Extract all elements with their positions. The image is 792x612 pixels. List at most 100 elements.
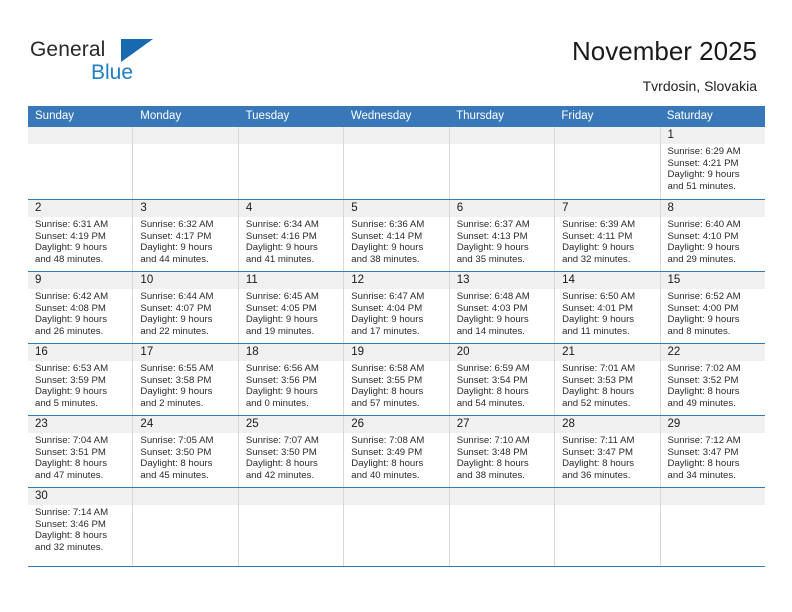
sunrise-time: Sunrise: 6:40 AM (667, 219, 741, 230)
calendar-day-cell[interactable]: 14 Sunrise: 6:50 AM Sunset: 4:01 PM Dayligh… (554, 272, 660, 343)
calendar-day-cell[interactable]: 6 Sunrise: 6:37 AM Sunset: 4:13 PM Daylight… (448, 200, 555, 271)
day-details: Sunrise: 6:34 AM Sunset: 4:16 PM Daylight:… (239, 217, 343, 265)
day-details: Sunrise: 7:02 AM Sunset: 3:52 PM Daylight:… (661, 361, 765, 409)
daylight-duration-line1: Daylight: 9 hours (245, 314, 318, 326)
day-details: Sunrise: 6:59 AM Sunset: 3:54 PM Daylight:… (450, 361, 554, 409)
sunset-time: Sunset: 3:47 PM (562, 446, 634, 458)
daylight-duration-line2: and 51 minutes. (667, 180, 736, 192)
calendar-day-cell[interactable]: 8 Sunrise: 6:40 AM Sunset: 4:10 PM Daylight… (659, 200, 765, 271)
daylight-duration-line2: and 41 minutes. (245, 253, 315, 265)
calendar-page: General Blue November 2025 Tvrdosin, Slo… (0, 0, 792, 612)
general-blue-logo[interactable]: General Blue (30, 38, 210, 90)
calendar-day-cell[interactable]: 3 Sunrise: 6:32 AM Sunset: 4:17 PM Daylight… (132, 200, 238, 271)
calendar-day-cell[interactable]: 4 Sunrise: 6:34 AM Sunset: 4:16 PM Daylight… (237, 200, 344, 271)
sunrise-time: Sunrise: 7:10 AM (456, 435, 530, 446)
calendar-day-cell[interactable]: 24 Sunrise: 7:05 AM Sunset: 3:50 PM Dayligh… (132, 416, 238, 487)
calendar-day-cell[interactable]: 23 Sunrise: 7:04 AM Sunset: 3:51 PM Dayligh… (28, 416, 133, 487)
sunrise-time: Sunrise: 6:59 AM (456, 363, 530, 374)
calendar-day-cell[interactable]: 11 Sunrise: 6:45 AM Sunset: 4:05 PM Dayligh… (237, 272, 344, 343)
sunset-time: Sunset: 4:19 PM (35, 230, 106, 242)
sunset-time: Sunset: 3:51 PM (35, 446, 106, 458)
calendar-day-cell[interactable]: 28 Sunrise: 7:11 AM Sunset: 3:47 PM Dayligh… (554, 416, 660, 487)
sunset-time: Sunset: 3:46 PM (35, 518, 106, 530)
daylight-duration-line2: and 38 minutes. (351, 253, 420, 265)
daylight-duration-line2: and 32 minutes. (562, 253, 631, 265)
calendar-day-cell[interactable]: 21 Sunrise: 7:01 AM Sunset: 3:53 PM Dayligh… (554, 344, 660, 415)
calendar-day-cell[interactable]: 29 Sunrise: 7:12 AM Sunset: 3:47 PM Dayligh… (659, 416, 765, 487)
daylight-duration-line1: Daylight: 8 hours (245, 458, 318, 470)
calendar-day-cell[interactable]: 13 Sunrise: 6:48 AM Sunset: 4:03 PM Dayligh… (448, 272, 555, 343)
daylight-duration-line2: and 42 minutes. (245, 469, 315, 481)
page-header: General Blue November 2025 Tvrdosin, Slo… (0, 0, 792, 106)
day-details: Sunrise: 6:53 AM Sunset: 3:59 PM Daylight:… (28, 361, 132, 409)
day-details: Sunrise: 6:40 AM Sunset: 4:10 PM Daylight:… (661, 217, 765, 265)
sunset-time: Sunset: 4:16 PM (245, 230, 317, 242)
day-number: 3 (133, 200, 238, 217)
sunrise-time: Sunrise: 7:05 AM (140, 435, 214, 446)
calendar-day-cell[interactable]: 15 Sunrise: 6:52 AM Sunset: 4:00 PM Dayligh… (659, 272, 765, 343)
calendar-day-cell[interactable]: 19 Sunrise: 6:58 AM Sunset: 3:55 PM Dayligh… (343, 344, 449, 415)
calendar-week-row: 2 Sunrise: 6:31 AM Sunset: 4:19 PM Daylight… (28, 199, 765, 271)
calendar-day-cell[interactable]: 12 Sunrise: 6:47 AM Sunset: 4:04 PM Dayligh… (343, 272, 449, 343)
day-details: Sunrise: 6:44 AM Sunset: 4:07 PM Daylight:… (133, 289, 237, 337)
sunrise-time: Sunrise: 6:34 AM (245, 219, 319, 230)
calendar-day-cell[interactable]: 17 Sunrise: 6:55 AM Sunset: 3:58 PM Dayligh… (132, 344, 238, 415)
day-details: Sunrise: 6:50 AM Sunset: 4:01 PM Daylight:… (555, 289, 659, 337)
calendar-day-cell[interactable]: 26 Sunrise: 7:08 AM Sunset: 3:49 PM Dayligh… (343, 416, 449, 487)
daylight-duration-line2: and 17 minutes. (351, 325, 420, 337)
calendar-day-cell[interactable]: 18 Sunrise: 6:56 AM Sunset: 3:56 PM Dayligh… (237, 344, 344, 415)
calendar-day-cell[interactable]: 22 Sunrise: 7:02 AM Sunset: 3:52 PM Dayligh… (659, 344, 765, 415)
calendar-day-cell[interactable]: 30 Sunrise: 7:14 AM Sunset: 3:46 PM Dayligh… (28, 488, 133, 566)
sunrise-time: Sunrise: 6:50 AM (562, 291, 636, 302)
day-details: Sunrise: 7:04 AM Sunset: 3:51 PM Daylight:… (28, 433, 132, 481)
calendar-day-cell-empty (448, 127, 555, 199)
day-number (449, 488, 555, 505)
day-number: 25 (238, 416, 344, 433)
calendar-day-cell[interactable]: 10 Sunrise: 6:44 AM Sunset: 4:07 PM Dayligh… (132, 272, 238, 343)
day-number: 10 (133, 272, 238, 289)
sunset-time: Sunset: 4:03 PM (456, 302, 528, 314)
calendar-day-cell-empty (554, 488, 660, 566)
day-details: Sunrise: 7:10 AM Sunset: 3:48 PM Daylight:… (450, 433, 554, 481)
sunset-time: Sunset: 3:48 PM (456, 446, 528, 458)
calendar-day-cell[interactable]: 25 Sunrise: 7:07 AM Sunset: 3:50 PM Dayligh… (237, 416, 344, 487)
sunset-time: Sunset: 3:59 PM (35, 374, 106, 386)
calendar-day-cell[interactable]: 1 Sunrise: 6:29 AM Sunset: 4:21 PM Daylight… (659, 127, 765, 199)
calendar-day-cell[interactable]: 7 Sunrise: 6:39 AM Sunset: 4:11 PM Daylight… (554, 200, 660, 271)
day-number: 8 (660, 200, 765, 217)
page-title: November 2025 (572, 36, 757, 66)
calendar-week-row: 9 Sunrise: 6:42 AM Sunset: 4:08 PM Daylight… (28, 271, 765, 343)
calendar-day-cell[interactable]: 20 Sunrise: 6:59 AM Sunset: 3:54 PM Dayligh… (448, 344, 555, 415)
daylight-duration-line2: and 57 minutes. (351, 397, 420, 409)
calendar-day-cell[interactable]: 16 Sunrise: 6:53 AM Sunset: 3:59 PM Dayligh… (28, 344, 133, 415)
sunrise-time: Sunrise: 6:42 AM (35, 291, 109, 302)
calendar-day-cell[interactable]: 27 Sunrise: 7:10 AM Sunset: 3:48 PM Dayligh… (448, 416, 555, 487)
day-details: Sunrise: 7:07 AM Sunset: 3:50 PM Daylight:… (239, 433, 343, 481)
calendar-day-cell[interactable]: 9 Sunrise: 6:42 AM Sunset: 4:08 PM Daylight… (28, 272, 133, 343)
daylight-duration-line2: and 0 minutes. (245, 397, 309, 409)
day-details: Sunrise: 7:05 AM Sunset: 3:50 PM Daylight:… (133, 433, 237, 481)
day-number: 16 (28, 344, 133, 361)
daylight-duration-line1: Daylight: 9 hours (245, 386, 318, 398)
sunset-time: Sunset: 4:00 PM (667, 302, 739, 314)
calendar-day-cell-empty (448, 488, 555, 566)
day-number: 22 (660, 344, 765, 361)
day-number (555, 127, 660, 144)
daylight-duration-line1: Daylight: 8 hours (140, 458, 213, 470)
calendar-day-cell[interactable]: 5 Sunrise: 6:36 AM Sunset: 4:14 PM Daylight… (343, 200, 449, 271)
day-number: 30 (28, 488, 133, 505)
calendar-day-cell[interactable]: 2 Sunrise: 6:31 AM Sunset: 4:19 PM Daylight… (28, 200, 133, 271)
weekday-header-sunday: Sunday (35, 110, 75, 122)
sunrise-time: Sunrise: 6:48 AM (456, 291, 530, 302)
calendar-day-cell-empty (237, 488, 344, 566)
sunrise-time: Sunrise: 7:01 AM (562, 363, 636, 374)
weekday-header-monday: Monday (140, 110, 182, 122)
daylight-duration-line1: Daylight: 9 hours (35, 242, 107, 254)
daylight-duration-line2: and 19 minutes. (245, 325, 315, 337)
sunrise-time: Sunrise: 7:07 AM (245, 435, 319, 446)
day-number: 20 (449, 344, 555, 361)
sunrise-time: Sunrise: 6:56 AM (245, 363, 319, 374)
logo-text-blue: Blue (91, 61, 134, 84)
logo-divider (85, 61, 88, 85)
calendar-weeks: 1 Sunrise: 6:29 AM Sunset: 4:21 PM Daylight… (28, 127, 765, 567)
